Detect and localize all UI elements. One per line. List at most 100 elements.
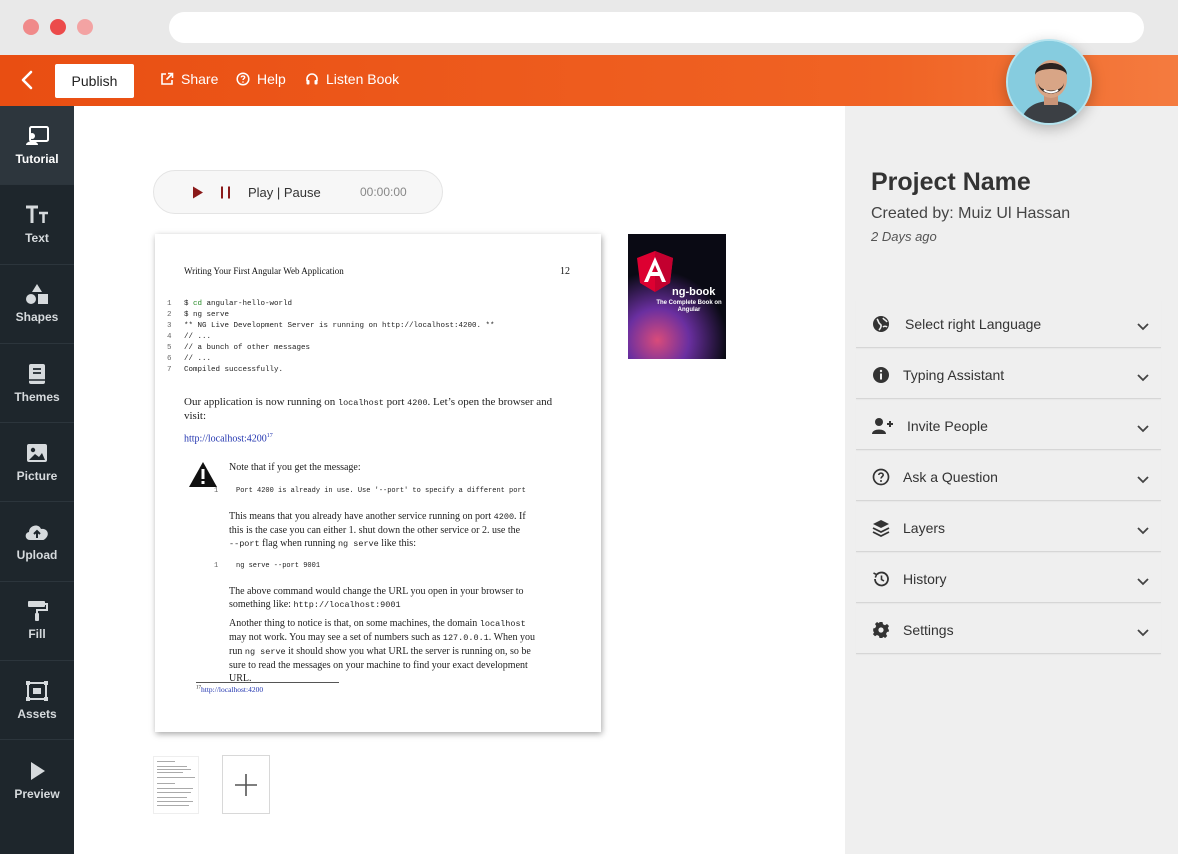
help-label: Help	[257, 71, 286, 87]
help-button[interactable]: Help	[236, 71, 286, 87]
sidebar-item-shapes[interactable]: Shapes	[0, 265, 74, 344]
panel-item-history[interactable]: History	[856, 555, 1161, 603]
info-icon	[872, 366, 890, 387]
shapes-icon	[26, 284, 48, 305]
panel-item-label: Settings	[903, 622, 954, 638]
sidebar-item-label: Text	[25, 230, 49, 245]
paragraph: This means that you already have another…	[229, 511, 526, 549]
audio-player: Play | Pause 00:00:00	[153, 170, 443, 214]
code-line: 1 $ cd angular-hello-world	[167, 300, 293, 308]
sidebar-item-label: Themes	[14, 389, 60, 404]
chevron-down-icon	[1137, 624, 1149, 640]
sidebar-item-fill[interactable]: Fill	[0, 582, 74, 662]
pause-button[interactable]	[220, 186, 232, 204]
play-pause-label: Play | Pause	[248, 185, 321, 200]
angular-logo-icon	[637, 251, 673, 292]
panel-item-layers[interactable]: Layers	[856, 504, 1161, 552]
book-icon	[29, 363, 45, 384]
publish-button[interactable]: Publish	[55, 64, 134, 98]
text-size-icon	[26, 205, 48, 223]
page-number: 12	[560, 266, 570, 277]
share-button[interactable]: Share	[160, 71, 218, 87]
panel-item-typing-assistant[interactable]: Typing Assistant	[856, 351, 1161, 399]
globe-icon	[872, 315, 890, 336]
paragraph: The above command would change the URL y…	[229, 586, 524, 610]
footnote-link[interactable]: 17http://localhost:4200	[196, 685, 263, 694]
book-subtitle: The Complete Book on Angular	[656, 300, 722, 313]
assets-icon	[26, 680, 48, 701]
tutorial-icon	[26, 125, 49, 145]
window-maximize-dot[interactable]	[77, 19, 93, 35]
footnote-divider	[196, 682, 339, 683]
headphones-icon	[306, 73, 318, 85]
note-code: 1 Port 4200 is already in use. Use '--por…	[214, 487, 526, 495]
code-line: 5// a bunch of other messages	[167, 344, 311, 352]
pause-icon	[221, 186, 230, 199]
browser-chrome	[0, 0, 1178, 55]
editor-canvas: Play | Pause 00:00:00 Writing Your First…	[74, 106, 845, 854]
panel-item-invite-people[interactable]: Invite People	[856, 402, 1161, 450]
sidebar-item-label: Shapes	[15, 310, 59, 325]
paragraph: Our application is now running on localh…	[184, 396, 553, 422]
code-line: 2 $ ng serve	[167, 311, 230, 319]
layers-icon	[872, 519, 890, 540]
sidebar-item-tutorial[interactable]: Tutorial	[0, 106, 74, 186]
page-thumbnail[interactable]	[153, 756, 199, 814]
play-icon	[193, 186, 203, 199]
cloud-upload-icon	[25, 525, 48, 541]
localhost-link[interactable]: http://localhost:420017	[184, 430, 273, 445]
panel-item-label: Invite People	[907, 418, 988, 434]
window-minimize-dot[interactable]	[50, 19, 66, 35]
project-creator: Created by: Muiz Ul Hassan	[871, 205, 1071, 222]
sidebar-item-picture[interactable]: Picture	[0, 423, 74, 503]
book-cover-thumbnail[interactable]: ng-book The Complete Book on Angular	[628, 234, 726, 359]
project-date: 2 Days ago	[871, 229, 937, 244]
window-close-dot[interactable]	[23, 19, 39, 35]
chevron-down-icon	[1137, 471, 1149, 487]
listen-book-label: Listen Book	[326, 71, 400, 87]
panel-item-ask-question[interactable]: Ask a Question	[856, 453, 1161, 501]
sidebar-item-preview[interactable]: Preview	[0, 740, 74, 819]
plus-icon	[235, 773, 257, 796]
code-line: 6// ...	[167, 355, 212, 363]
sidebar-item-label: Upload	[16, 548, 58, 563]
paragraph: Another thing to notice is that, on some…	[229, 618, 535, 684]
top-toolbar: Publish Share Help Listen Book	[0, 55, 1178, 106]
code-line: 7 Compiled successfully.	[167, 366, 284, 374]
user-avatar-image	[1008, 41, 1090, 123]
sidebar-item-label: Tutorial	[15, 151, 59, 166]
user-avatar[interactable]	[1006, 39, 1092, 125]
panel-item-label: Ask a Question	[903, 469, 998, 485]
sidebar-item-label: Fill	[28, 627, 46, 642]
project-title: Project Name	[871, 168, 1031, 196]
help-circle-icon	[236, 72, 250, 86]
tool-sidebar: Tutorial Text Shapes Themes Picture Uplo…	[0, 106, 74, 854]
question-icon	[872, 468, 890, 489]
sidebar-item-assets[interactable]: Assets	[0, 661, 74, 741]
page-header: Writing Your First Angular Web Applicati…	[184, 266, 344, 276]
share-icon	[161, 72, 174, 85]
serve-code: 1 ng serve --port 9001	[214, 562, 321, 570]
document-page[interactable]: Writing Your First Angular Web Applicati…	[155, 234, 601, 732]
back-button[interactable]	[17, 68, 39, 92]
code-line: 4// ...	[167, 333, 212, 341]
add-page-button[interactable]	[222, 755, 270, 814]
sidebar-item-themes[interactable]: Themes	[0, 344, 74, 424]
listen-book-button[interactable]: Listen Book	[305, 71, 399, 87]
panel-item-settings[interactable]: Settings	[856, 606, 1161, 654]
chevron-left-icon	[21, 70, 33, 90]
history-icon	[872, 570, 890, 591]
play-button[interactable]	[192, 186, 204, 204]
book-title: ng-book	[672, 286, 716, 298]
chevron-down-icon	[1137, 318, 1149, 334]
address-bar[interactable]	[169, 12, 1144, 43]
note-title: Note that if you get the message:	[229, 462, 361, 473]
image-icon	[27, 443, 47, 462]
project-panel: Project Name Created by: Muiz Ul Hassan …	[845, 106, 1178, 854]
chevron-down-icon	[1137, 420, 1149, 436]
panel-item-language[interactable]: Select right Language	[856, 300, 1161, 348]
chevron-down-icon	[1137, 522, 1149, 538]
gear-icon	[872, 621, 890, 642]
sidebar-item-text[interactable]: Text	[0, 185, 74, 265]
sidebar-item-upload[interactable]: Upload	[0, 502, 74, 582]
